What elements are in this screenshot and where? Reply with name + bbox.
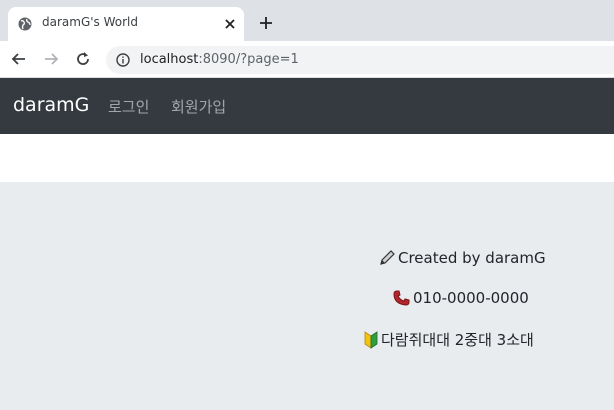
phone-text: 010-0000-0000 (413, 289, 529, 307)
site-navbar: daramG 로그인 회원가입 (0, 78, 614, 134)
pencil-icon (380, 250, 395, 265)
back-arrow-icon[interactable] (10, 50, 28, 68)
content-area (0, 134, 614, 182)
forward-arrow-icon[interactable] (42, 50, 60, 68)
url-path: :8090/?page=1 (198, 52, 299, 67)
tab-title: daramG's World (42, 15, 138, 29)
footer-created-by: Created by daramG (378, 249, 546, 267)
footer-address: 다람쥐대대 2중대 3소대 (363, 329, 534, 350)
info-icon[interactable] (116, 53, 130, 67)
created-by-text: Created by daramG (398, 249, 546, 267)
browser-tab-strip: daramG's World (0, 0, 614, 41)
new-tab-icon[interactable] (258, 15, 274, 31)
url-host: localhost (140, 52, 199, 67)
browser-toolbar: localhost:8090/?page=1 (0, 41, 614, 78)
url-text: localhost:8090/?page=1 (140, 52, 299, 67)
globe-icon (18, 17, 32, 31)
beginner-badge-icon (364, 330, 378, 349)
signup-link[interactable]: 회원가입 (171, 96, 226, 117)
address-text: 다람쥐대대 2중대 3소대 (381, 331, 534, 349)
address-bar[interactable]: localhost:8090/?page=1 (106, 46, 614, 74)
browser-tab[interactable]: daramG's World (8, 7, 244, 41)
navbar-brand[interactable]: daramG (13, 94, 89, 116)
reload-icon[interactable] (74, 50, 92, 68)
footer-phone: 010-0000-0000 (392, 289, 529, 307)
telephone-icon (393, 290, 410, 306)
close-icon[interactable] (222, 16, 238, 32)
login-link[interactable]: 로그인 (108, 96, 149, 117)
